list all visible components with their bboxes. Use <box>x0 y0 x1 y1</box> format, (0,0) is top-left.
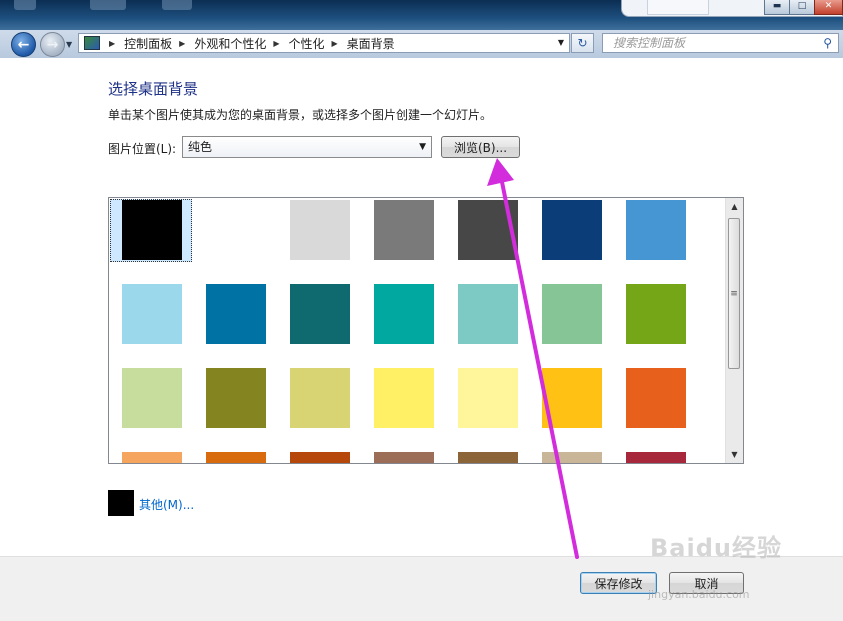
gallery-scrollbar[interactable]: ▲ ≡ ▼ <box>725 198 743 463</box>
taskbar-ghost-thumb <box>14 0 36 10</box>
window-controls: ▬ □ ✕ <box>621 0 843 17</box>
color-swatch[interactable] <box>290 200 350 260</box>
page-description: 单击某个图片使其成为您的桌面背景，或选择多个图片创建一个幻灯片。 <box>108 108 493 122</box>
search-input[interactable] <box>611 35 820 51</box>
color-swatch[interactable] <box>458 200 518 260</box>
breadcrumb-personalization[interactable]: 个性化 <box>289 35 325 52</box>
scrollbar-thumb[interactable]: ≡ <box>728 218 740 369</box>
color-swatch[interactable] <box>374 452 434 463</box>
taskbar-ghost-thumb <box>90 0 126 10</box>
search-icon[interactable]: ⚲ <box>823 36 832 50</box>
address-bar[interactable]: ▶ 控制面板 ▶ 外观和个性化 ▶ 个性化 ▶ 桌面背景 ▼ <box>78 33 570 53</box>
picture-location-select[interactable]: 纯色 ▼ <box>182 136 432 158</box>
color-swatch[interactable] <box>122 368 182 428</box>
color-swatch[interactable] <box>458 452 518 463</box>
color-swatch[interactable] <box>206 452 266 463</box>
breadcrumb-control-panel[interactable]: 控制面板 <box>124 35 172 52</box>
color-swatch[interactable] <box>458 368 518 428</box>
forward-button[interactable]: → <box>40 32 65 57</box>
breadcrumb-desktop-background[interactable]: 桌面背景 <box>347 35 395 52</box>
color-swatch[interactable] <box>206 368 266 428</box>
baidu-watermark-url: jingyan.baidu.com <box>648 588 750 601</box>
current-color-swatch <box>108 490 134 516</box>
color-swatch[interactable] <box>542 368 602 428</box>
breadcrumb-separator-icon[interactable]: ▶ <box>109 39 115 48</box>
color-swatch[interactable] <box>290 368 350 428</box>
color-swatch[interactable] <box>542 200 602 260</box>
maximize-button[interactable]: □ <box>789 0 815 15</box>
color-swatch[interactable] <box>122 452 182 463</box>
main-content: 选择桌面背景 单击某个图片使其成为您的桌面背景，或选择多个图片创建一个幻灯片。 … <box>0 58 843 556</box>
scroll-down-icon[interactable]: ▼ <box>726 446 743 463</box>
color-swatch[interactable] <box>122 200 182 260</box>
search-box: ⚲ <box>602 33 839 53</box>
color-swatch[interactable] <box>542 284 602 344</box>
refresh-icon: ↻ <box>577 36 588 50</box>
page-title: 选择桌面背景 <box>108 80 199 98</box>
recent-pages-dropdown-icon[interactable]: ▼ <box>66 40 72 49</box>
breadcrumb-appearance[interactable]: 外观和个性化 <box>194 35 266 52</box>
back-arrow-icon: ← <box>17 36 30 53</box>
breadcrumb-separator-icon[interactable]: ▶ <box>179 39 185 48</box>
color-swatch[interactable] <box>626 452 686 463</box>
breadcrumb-separator-icon[interactable]: ▶ <box>273 39 279 48</box>
color-swatch[interactable] <box>206 200 266 260</box>
chevron-down-icon: ▼ <box>419 142 426 152</box>
color-swatch[interactable] <box>626 284 686 344</box>
color-gallery: ▲ ≡ ▼ <box>108 197 744 464</box>
save-changes-button[interactable]: 保存修改 <box>580 572 657 594</box>
forward-arrow-icon: → <box>46 36 59 53</box>
navigation-bar: ← → ▼ ▶ 控制面板 ▶ 外观和个性化 ▶ 个性化 ▶ 桌面背景 ▼ ↻ ⚲ <box>0 30 843 58</box>
picture-location-label: 图片位置(L): <box>108 142 177 156</box>
browse-button[interactable]: 浏览(B)... <box>441 136 520 158</box>
close-button[interactable]: ✕ <box>814 0 843 15</box>
window-titlebar: ▬ □ ✕ <box>0 0 843 30</box>
address-dropdown-icon[interactable]: ▼ <box>558 38 564 47</box>
taskbar-ghost-thumb <box>162 0 192 10</box>
color-swatch[interactable] <box>206 284 266 344</box>
color-swatch[interactable] <box>626 368 686 428</box>
color-swatch[interactable] <box>374 200 434 260</box>
breadcrumb-separator-icon[interactable]: ▶ <box>332 39 338 48</box>
color-swatch[interactable] <box>542 452 602 463</box>
back-button[interactable]: ← <box>11 32 36 57</box>
color-swatch[interactable] <box>626 200 686 260</box>
window-info-tab <box>647 0 709 15</box>
scroll-up-icon[interactable]: ▲ <box>726 198 743 215</box>
color-swatch[interactable] <box>458 284 518 344</box>
color-swatch[interactable] <box>374 284 434 344</box>
other-color-link[interactable]: 其他(M)... <box>139 496 194 513</box>
color-swatch[interactable] <box>290 284 350 344</box>
color-swatch[interactable] <box>290 452 350 463</box>
color-swatch[interactable] <box>374 368 434 428</box>
baidu-watermark: Baidu经验 <box>650 534 782 562</box>
minimize-button[interactable]: ▬ <box>764 0 790 15</box>
refresh-button[interactable]: ↻ <box>571 33 594 53</box>
picture-location-value: 纯色 <box>188 140 213 154</box>
control-panel-icon <box>84 36 100 50</box>
color-swatch[interactable] <box>122 284 182 344</box>
